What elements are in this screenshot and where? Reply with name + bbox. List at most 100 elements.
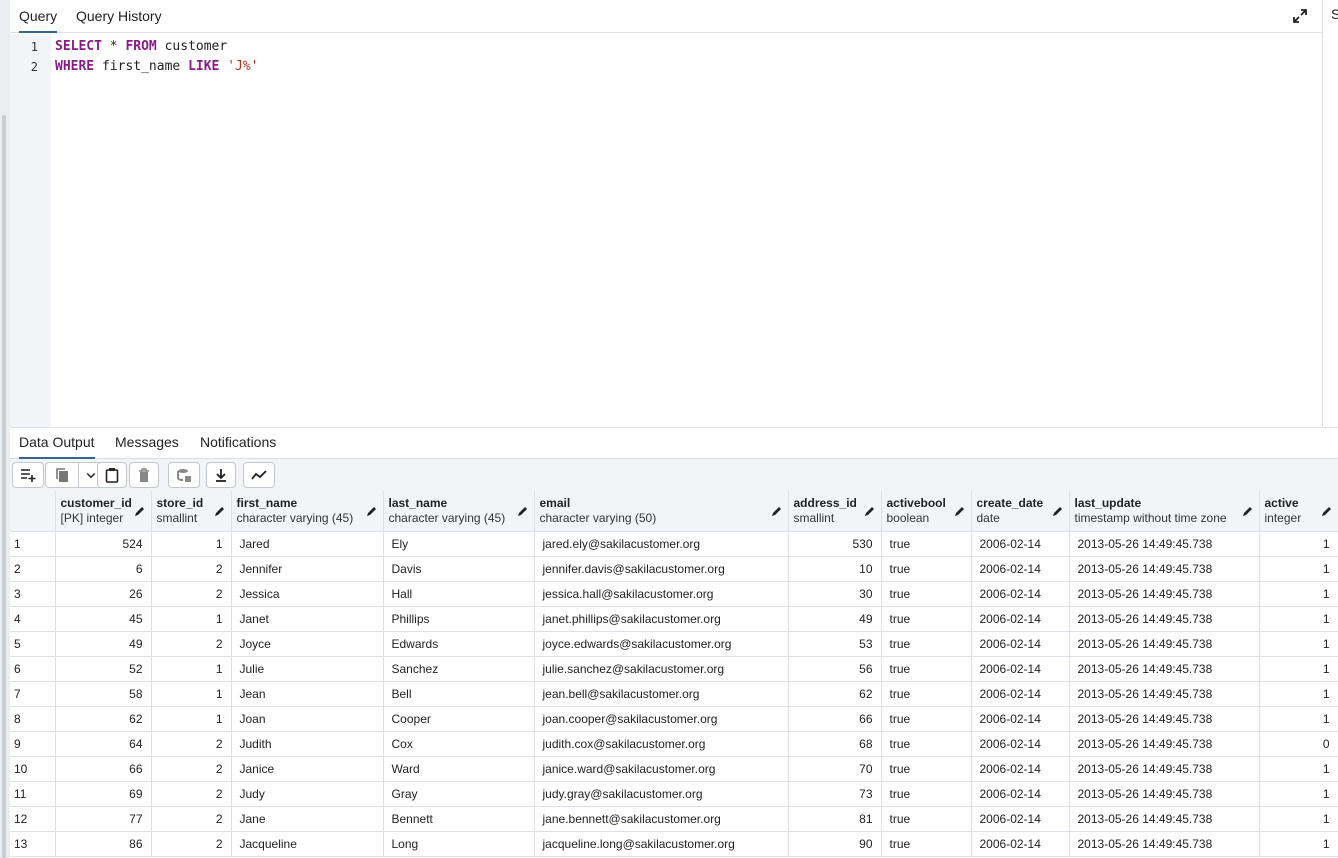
cell-last-update[interactable]: 2013-05-26 14:49:45.738 [1069,681,1260,707]
cell-last-update[interactable]: 2013-05-26 14:49:45.738 [1069,781,1260,807]
row-number-cell[interactable]: 6 [10,656,56,682]
tab-right-panel[interactable]: S [1331,6,1338,22]
sql-editor[interactable]: 1 2 SELECT * FROM customer WHERE first_n… [10,34,1322,427]
cell-store-id[interactable]: 2 [151,556,232,582]
cell-last-update[interactable]: 2013-05-26 14:49:45.738 [1069,706,1260,732]
cell-first-name[interactable]: Julie [231,656,384,682]
cell-email[interactable]: janet.phillips@sakilacustomer.org [534,606,789,632]
pencil-icon[interactable] [1321,505,1333,517]
column-header-first-name[interactable]: first_name character varying (45) [231,491,384,532]
pencil-icon[interactable] [864,505,876,517]
cell-active[interactable]: 1 [1259,581,1338,607]
tab-messages[interactable]: Messages [115,428,179,459]
cell-active[interactable]: 1 [1259,606,1338,632]
code-line[interactable]: WHERE first_name LIKE 'J%' [55,59,259,74]
graph-visualiser-button[interactable] [243,462,275,488]
cell-store-id[interactable]: 2 [151,756,232,782]
row-number-cell[interactable]: 9 [10,731,56,757]
code-line[interactable]: SELECT * FROM customer [55,39,227,54]
cell-store-id[interactable]: 2 [151,631,232,657]
cell-customer-id[interactable]: 86 [55,831,152,857]
cell-address-id[interactable]: 30 [788,581,882,607]
cell-create-date[interactable]: 2006-02-14 [971,581,1070,607]
cell-customer-id[interactable]: 66 [55,756,152,782]
table-row[interactable]: 7 58 1 Jean Bell jean.bell@sakilacustomer.org… [10,681,1338,707]
pencil-icon[interactable] [366,505,378,517]
cell-activebool[interactable]: true [881,606,972,632]
cell-active[interactable]: 1 [1259,681,1338,707]
cell-address-id[interactable]: 53 [788,631,882,657]
cell-address-id[interactable]: 49 [788,606,882,632]
cell-email[interactable]: joyce.edwards@sakilacustomer.org [534,631,789,657]
row-number-cell[interactable]: 7 [10,681,56,707]
cell-customer-id[interactable]: 26 [55,581,152,607]
cell-first-name[interactable]: Jean [231,681,384,707]
left-scrollbar[interactable] [2,115,6,858]
cell-last-name[interactable]: Ely [383,531,535,557]
cell-activebool[interactable]: true [881,556,972,582]
row-number-cell[interactable]: 3 [10,581,56,607]
row-number-cell[interactable]: 11 [10,781,56,807]
cell-activebool[interactable]: true [881,531,972,557]
cell-store-id[interactable]: 2 [151,581,232,607]
cell-store-id[interactable]: 2 [151,806,232,832]
cell-last-name[interactable]: Ward [383,756,535,782]
cell-first-name[interactable]: Judy [231,781,384,807]
cell-first-name[interactable]: Judith [231,731,384,757]
cell-first-name[interactable]: Janet [231,606,384,632]
table-row[interactable]: 8 62 1 Joan Cooper joan.cooper@sakilacustomer… [10,706,1338,732]
delete-button[interactable] [129,462,159,488]
cell-first-name[interactable]: Jessica [231,581,384,607]
pencil-icon[interactable] [134,505,146,517]
cell-active[interactable]: 1 [1259,706,1338,732]
table-row[interactable]: 5 49 2 Joyce Edwards joyce.edwards@sakilacust… [10,631,1338,657]
cell-customer-id[interactable]: 62 [55,706,152,732]
tab-notifications[interactable]: Notifications [200,428,276,459]
cell-active[interactable]: 1 [1259,556,1338,582]
column-header-last-name[interactable]: last_name character varying (45) [383,491,535,532]
tab-query-history[interactable]: Query History [76,0,162,33]
cell-first-name[interactable]: Jared [231,531,384,557]
cell-activebool[interactable]: true [881,806,972,832]
cell-address-id[interactable]: 56 [788,656,882,682]
table-row[interactable]: 10 66 2 Janice Ward janice.ward@sakilacustome… [10,756,1338,782]
pencil-icon[interactable] [517,505,529,517]
cell-customer-id[interactable]: 64 [55,731,152,757]
column-header-active[interactable]: active integer [1259,491,1338,532]
table-row[interactable]: 13 86 2 Jacqueline Long jacqueline.long@sakil… [10,831,1338,857]
table-row[interactable]: 1 524 1 Jared Ely jared.ely@sakilacustomer.or… [10,531,1338,557]
cell-active[interactable]: 1 [1259,531,1338,557]
row-number-cell[interactable]: 4 [10,606,56,632]
cell-create-date[interactable]: 2006-02-14 [971,631,1070,657]
cell-last-name[interactable]: Bell [383,681,535,707]
cell-activebool[interactable]: true [881,581,972,607]
cell-create-date[interactable]: 2006-02-14 [971,831,1070,857]
cell-create-date[interactable]: 2006-02-14 [971,756,1070,782]
column-header-address-id[interactable]: address_id smallint [788,491,882,532]
cell-activebool[interactable]: true [881,706,972,732]
cell-last-update[interactable]: 2013-05-26 14:49:45.738 [1069,606,1260,632]
cell-email[interactable]: jennifer.davis@sakilacustomer.org [534,556,789,582]
table-row[interactable]: 2 6 2 Jennifer Davis jennifer.davis@sakilacus… [10,556,1338,582]
cell-last-update[interactable]: 2013-05-26 14:49:45.738 [1069,831,1260,857]
column-header-last-update[interactable]: last_update timestamp without time zone [1069,491,1260,532]
cell-last-name[interactable]: Cox [383,731,535,757]
cell-last-name[interactable]: Sanchez [383,656,535,682]
row-number-cell[interactable]: 2 [10,556,56,582]
cell-last-update[interactable]: 2013-05-26 14:49:45.738 [1069,631,1260,657]
cell-active[interactable]: 1 [1259,756,1338,782]
tab-query[interactable]: Query [19,0,58,33]
cell-customer-id[interactable]: 77 [55,806,152,832]
cell-store-id[interactable]: 2 [151,781,232,807]
paste-button[interactable] [97,462,127,488]
cell-first-name[interactable]: Janice [231,756,384,782]
cell-address-id[interactable]: 530 [788,531,882,557]
cell-activebool[interactable]: true [881,781,972,807]
cell-email[interactable]: judith.cox@sakilacustomer.org [534,731,789,757]
cell-active[interactable]: 0 [1259,731,1338,757]
cell-first-name[interactable]: Joyce [231,631,384,657]
cell-first-name[interactable]: Jacqueline [231,831,384,857]
cell-store-id[interactable]: 1 [151,706,232,732]
cell-active[interactable]: 1 [1259,656,1338,682]
row-number-cell[interactable]: 13 [10,831,56,857]
